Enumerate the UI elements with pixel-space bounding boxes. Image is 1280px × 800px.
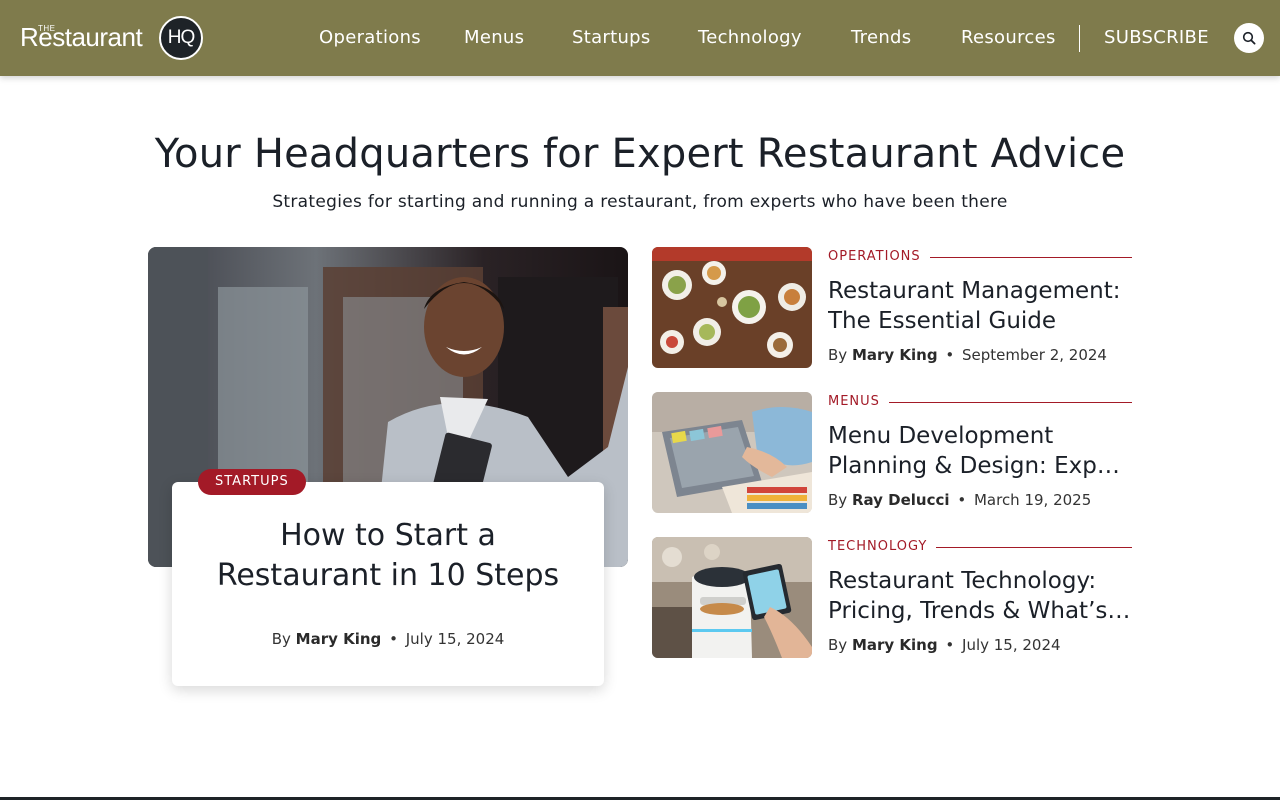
byline-prefix: By	[271, 630, 291, 648]
nav-item-technology[interactable]: Technology	[698, 27, 802, 49]
article-title-line: Planning & Design: Exper…	[828, 453, 1132, 479]
featured-title-line: Restaurant in 10 Steps	[216, 558, 560, 593]
featured-title-line: How to Start a	[280, 518, 496, 553]
article-thumbnail[interactable]	[652, 392, 812, 513]
logo-badge: HQ	[159, 16, 203, 60]
publish-date: September 2, 2024	[962, 346, 1107, 364]
page-subtitle: Strategies for starting and running a re…	[272, 192, 1008, 212]
article-title-line: Restaurant Technology:	[828, 568, 1097, 594]
category-row: TECHNOLOGY	[828, 538, 1132, 556]
article-list-item: OPERATIONS Restaurant Management: The Es…	[652, 247, 1132, 368]
nav-item-operations[interactable]: Operations	[319, 27, 421, 49]
menu-design-photo	[652, 392, 812, 513]
page-title: Your Headquarters for Expert Restaurant …	[154, 131, 1126, 177]
author-link[interactable]: Mary King	[852, 636, 938, 654]
byline-separator: •	[389, 630, 398, 648]
robot-server-photo	[652, 537, 812, 658]
featured-article-title[interactable]: How to Start a Restaurant in 10 Steps	[172, 516, 604, 596]
byline-separator: •	[957, 491, 967, 509]
article-title-line: Restaurant Management:	[828, 278, 1121, 304]
category-label-menus[interactable]: MENUS	[828, 393, 889, 411]
author-link[interactable]: Ray Delucci	[852, 491, 950, 509]
site-header: THE Restaurant HQ Operations Menus Start…	[0, 0, 1280, 76]
byline-prefix: By	[828, 491, 848, 509]
nav-item-menus[interactable]: Menus	[464, 27, 524, 49]
byline-prefix: By	[828, 636, 848, 654]
article-byline: By Mary King • July 15, 2024	[828, 635, 1061, 655]
category-label-technology[interactable]: TECHNOLOGY	[828, 538, 937, 556]
category-row: MENUS	[828, 393, 1132, 411]
publish-date: March 19, 2025	[973, 491, 1092, 509]
category-row: OPERATIONS	[828, 248, 1132, 266]
article-title-line: The Essential Guide	[828, 308, 1057, 334]
article-title[interactable]: Menu Development Planning & Design: Expe…	[828, 421, 1132, 481]
category-label-operations[interactable]: OPERATIONS	[828, 248, 930, 266]
site-logo[interactable]: THE Restaurant HQ	[20, 15, 206, 61]
article-byline: By Ray Delucci • March 19, 2025	[828, 490, 1091, 510]
nav-divider	[1079, 25, 1080, 52]
logo-wordmark: Restaurant	[20, 22, 143, 52]
food-table-photo	[652, 247, 812, 368]
byline-separator: •	[945, 636, 955, 654]
author-link[interactable]: Mary King	[296, 630, 382, 648]
article-byline: By Mary King • September 2, 2024	[828, 345, 1107, 365]
nav-item-trends[interactable]: Trends	[851, 27, 911, 49]
search-icon	[1242, 31, 1256, 45]
subscribe-link[interactable]: SUBSCRIBE	[1104, 27, 1209, 49]
article-title[interactable]: Restaurant Management: The Essential Gui…	[828, 276, 1132, 336]
publish-date: July 15, 2024	[405, 630, 505, 648]
featured-article-byline: By Mary King • July 15, 2024	[172, 629, 604, 649]
nav-item-resources[interactable]: Resources	[961, 27, 1056, 49]
byline-separator: •	[945, 346, 955, 364]
search-button[interactable]	[1234, 23, 1264, 53]
article-list-item: TECHNOLOGY Restaurant Technology: Pricin…	[652, 537, 1132, 658]
article-list-item: MENUS Menu Development Planning & Design…	[652, 392, 1132, 513]
article-thumbnail[interactable]	[652, 247, 812, 368]
featured-category-tag[interactable]: STARTUPS	[198, 469, 306, 495]
article-title-line: Menu Development	[828, 423, 1054, 449]
nav-item-startups[interactable]: Startups	[572, 27, 651, 49]
article-title-line: Pricing, Trends & What’s…	[828, 598, 1131, 624]
article-title[interactable]: Restaurant Technology: Pricing, Trends &…	[828, 566, 1132, 626]
publish-date: July 15, 2024	[962, 636, 1061, 654]
byline-prefix: By	[828, 346, 848, 364]
article-thumbnail[interactable]	[652, 537, 812, 658]
author-link[interactable]: Mary King	[852, 346, 938, 364]
